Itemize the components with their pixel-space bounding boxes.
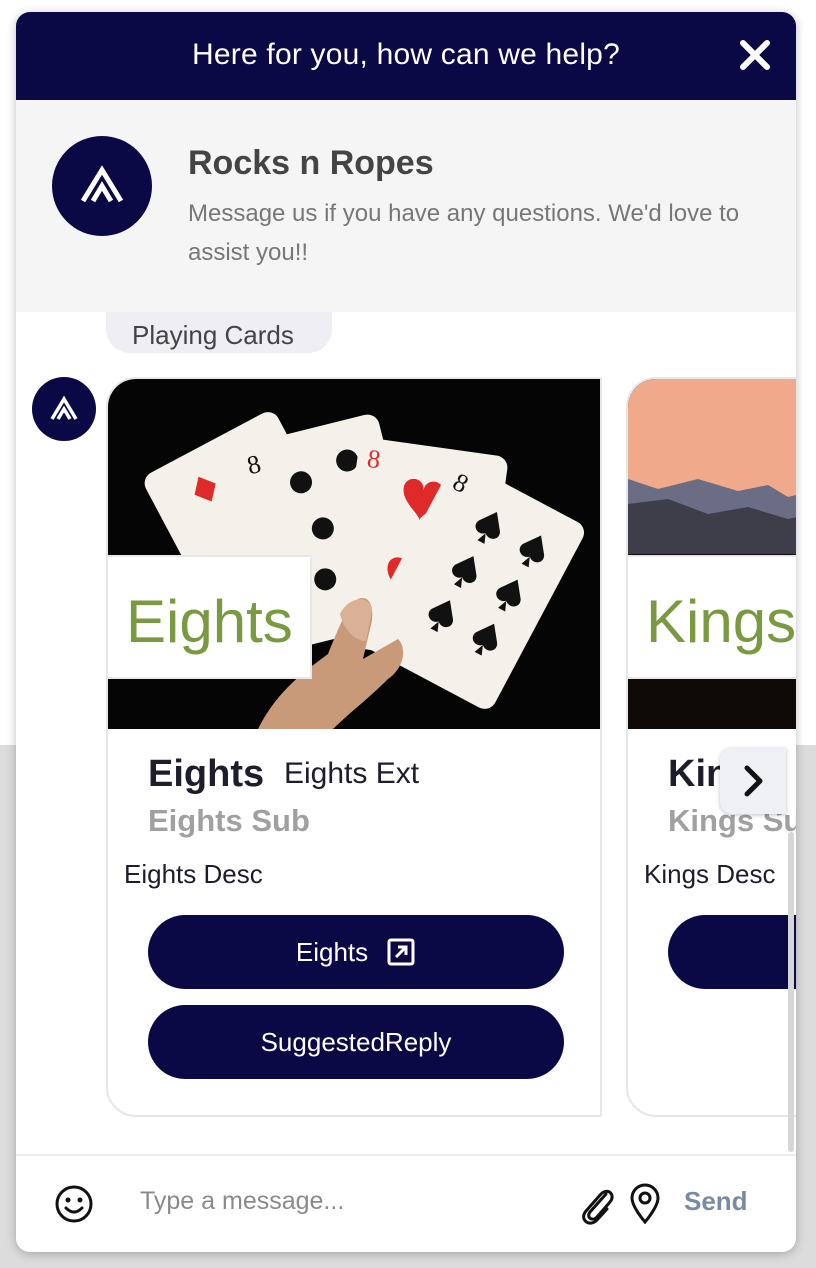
widget-topbar: Here for you, how can we help? (16, 12, 796, 100)
chat-scrollbar[interactable] (788, 832, 794, 1152)
close-icon (740, 40, 770, 70)
brand-message: Message us if you have any questions. We… (188, 200, 740, 266)
suggested-reply-label: SuggestedReply (260, 1026, 452, 1057)
brand-header: Rocks n Ropes Message us if you have any… (16, 100, 796, 312)
chevron-right-icon (744, 765, 763, 797)
card-image-label: Kings (628, 555, 796, 679)
paperclip-icon (582, 1189, 614, 1225)
card-image: 8 8 8 Eights (108, 379, 600, 729)
card-image-label: Eights (108, 555, 312, 679)
topbar-title: Here for you, how can we help? (192, 38, 620, 71)
carousel-card: 8 8 8 Eights Eights Eights Ext Eights Su… (106, 377, 602, 1117)
location-button[interactable] (628, 1182, 662, 1226)
card-link-button[interactable]: Eights (148, 915, 564, 989)
chat-area: Playing Cards 8 8 8 Eights Eights Eights… (16, 312, 796, 1154)
chat-widget: Here for you, how can we help? Rocks n R… (16, 12, 796, 1252)
smiley-icon (55, 1185, 93, 1223)
send-button[interactable]: Send (684, 1186, 748, 1217)
card-description: Eights Desc (124, 859, 263, 889)
previous-reply-chip: Playing Cards (106, 312, 332, 353)
card-image: Kings (628, 379, 796, 729)
card-title-ext: Eights Ext (284, 757, 420, 790)
bot-avatar (32, 377, 96, 441)
emoji-button[interactable] (54, 1184, 94, 1224)
close-button[interactable] (738, 38, 772, 72)
brand-avatar (52, 136, 152, 236)
card-subtitle: Eights Sub (148, 803, 310, 838)
brand-logo-icon (50, 395, 78, 420)
attach-button[interactable] (576, 1182, 616, 1226)
carousel-card: Kings Kings Kings Sub Kings Desc (626, 377, 796, 1117)
location-pin-icon (630, 1183, 660, 1225)
card-title: Eights (148, 753, 265, 795)
card-link-button[interactable] (668, 915, 796, 989)
suggested-reply-button[interactable]: SuggestedReply (148, 1005, 564, 1079)
message-input[interactable] (126, 1176, 584, 1226)
carousel-next-button[interactable] (720, 748, 786, 814)
previous-reply-label: Playing Cards (132, 320, 294, 350)
external-link-icon (387, 938, 415, 966)
card-link-label: Eights (295, 936, 369, 967)
message-composer: Send (16, 1154, 796, 1252)
brand-name: Rocks n Ropes (188, 144, 434, 182)
brand-logo-icon (80, 165, 124, 203)
card-description: Kings Desc (644, 859, 776, 889)
